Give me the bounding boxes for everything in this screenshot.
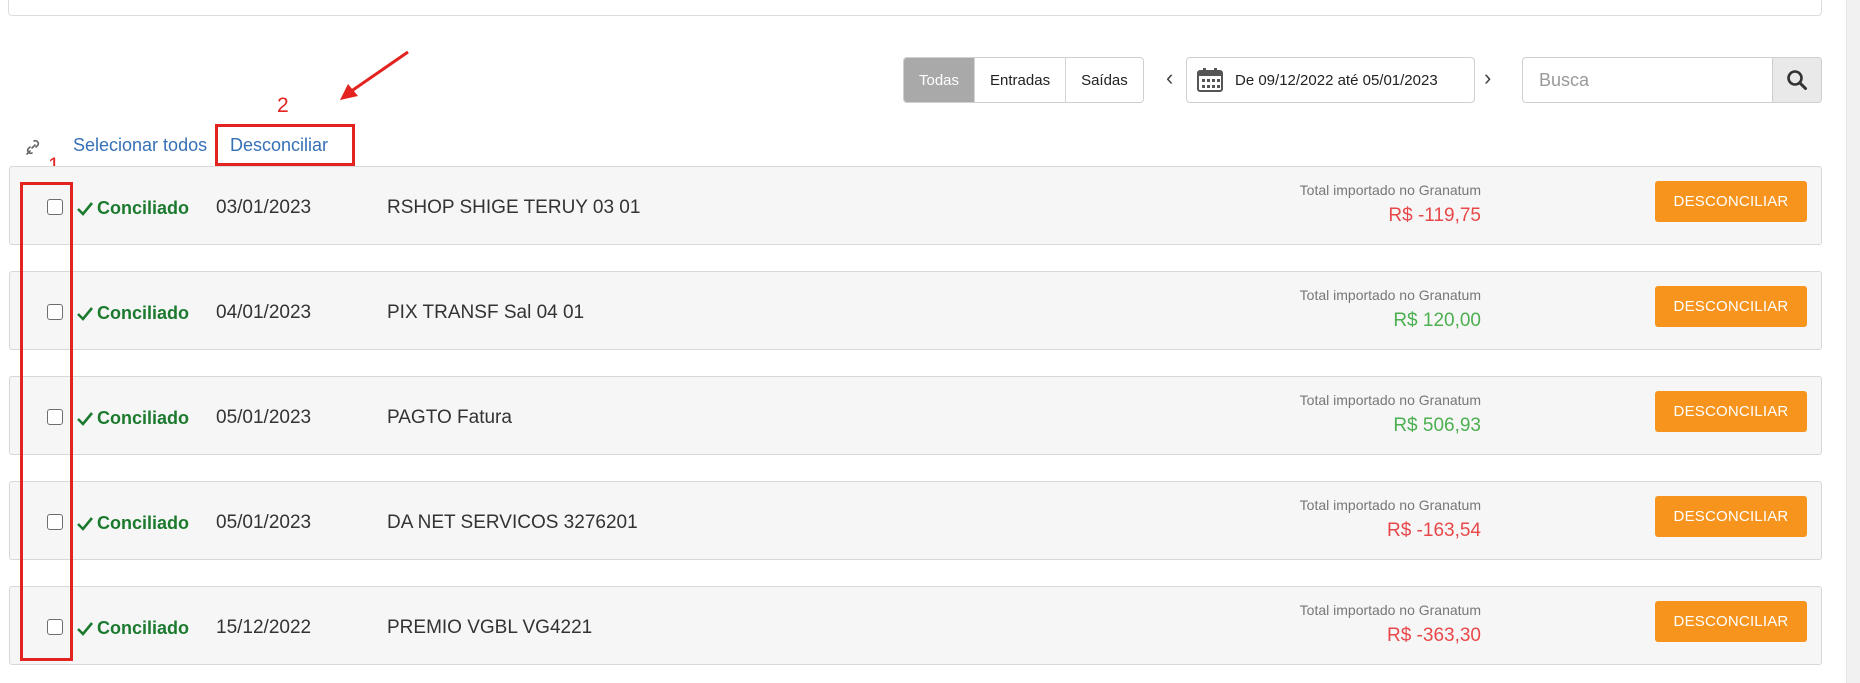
transaction-row: Conciliado 15/12/2022 PREMIO VGBL VG4221 To… — [9, 586, 1822, 665]
total-imported-label: Total importado no Granatum — [1299, 287, 1481, 303]
status-badge: Conciliado — [76, 198, 189, 219]
row-description: PIX TRANSF Sal 04 01 — [387, 302, 585, 323]
search-icon — [1787, 70, 1807, 90]
total-imported-label: Total importado no Granatum — [1299, 497, 1481, 513]
annotation-box-2 — [215, 124, 355, 166]
status-label: Conciliado — [97, 303, 190, 323]
row-amount: R$ -363,30 — [1386, 625, 1481, 646]
status-badge: Conciliado — [76, 513, 189, 534]
check-icon — [77, 411, 94, 426]
row-description: RSHOP SHIGE TERUY 03 01 — [387, 197, 641, 218]
check-icon — [77, 201, 94, 216]
row-description: PAGTO Fatura — [387, 407, 512, 428]
row-description: DA NET SERVICOS 3276201 — [387, 512, 638, 533]
total-imported-label: Total importado no Granatum — [1299, 182, 1481, 198]
search-bar — [1522, 57, 1822, 103]
top-panel — [8, 0, 1822, 16]
total-imported-label: Total importado no Granatum — [1299, 602, 1481, 618]
status-badge: Conciliado — [76, 408, 189, 429]
filter-entradas-button[interactable]: Entradas — [975, 58, 1067, 102]
transaction-row: Conciliado 04/01/2023 PIX TRANSF Sal 04 01… — [9, 271, 1822, 350]
status-label: Conciliado — [97, 198, 190, 218]
select-all-link[interactable]: Selecionar todos — [73, 135, 207, 156]
search-input[interactable] — [1522, 57, 1772, 103]
filter-saidas-button[interactable]: Saídas — [1066, 58, 1143, 102]
check-icon — [77, 621, 94, 636]
date-range-picker[interactable]: De 09/12/2022 até 05/01/2023 — [1186, 57, 1475, 103]
row-description: PREMIO VGBL VG4221 — [387, 617, 593, 638]
row-amount: R$ -163,54 — [1386, 520, 1481, 541]
filter-group: Todas Entradas Saídas — [903, 57, 1144, 103]
annotation-marker-2: 2 — [277, 94, 289, 117]
row-date: 04/01/2023 — [216, 302, 312, 323]
status-badge: Conciliado — [76, 303, 189, 324]
total-imported-label: Total importado no Granatum — [1299, 392, 1481, 408]
next-period-icon[interactable]: › — [1484, 66, 1491, 90]
row-amount: R$ 120,00 — [1393, 310, 1481, 331]
search-button[interactable] — [1772, 57, 1822, 103]
status-label: Conciliado — [97, 513, 190, 533]
status-label: Conciliado — [97, 408, 190, 428]
annotation-box-1 — [20, 182, 73, 661]
previous-period-icon[interactable]: ‹ — [1166, 66, 1173, 90]
check-icon — [77, 306, 94, 321]
unreconcile-button[interactable]: DESCONCILIAR — [1655, 181, 1807, 222]
unreconcile-button[interactable]: DESCONCILIAR — [1655, 601, 1807, 642]
row-amount: R$ -119,75 — [1388, 205, 1481, 226]
date-range-label: De 09/12/2022 até 05/01/2023 — [1235, 71, 1438, 89]
transaction-row: Conciliado 03/01/2023 RSHOP SHIGE TERUY 03… — [9, 166, 1822, 245]
row-date: 05/01/2023 — [216, 512, 312, 533]
calendar-icon — [1197, 68, 1223, 92]
status-badge: Conciliado — [76, 618, 189, 639]
status-label: Conciliado — [97, 618, 190, 638]
transaction-row: Conciliado 05/01/2023 DA NET SERVICOS 3276… — [9, 481, 1822, 560]
annotation-arrow — [340, 50, 409, 100]
unreconcile-button[interactable]: DESCONCILIAR — [1655, 286, 1807, 327]
row-date: 05/01/2023 — [216, 407, 312, 428]
transaction-row: Conciliado 05/01/2023 PAGTO Fatura Total im… — [9, 376, 1822, 455]
row-date: 03/01/2023 — [216, 197, 312, 218]
unreconcile-button[interactable]: DESCONCILIAR — [1655, 391, 1807, 432]
row-amount: R$ 506,93 — [1393, 415, 1481, 436]
unlink-icon — [26, 139, 40, 155]
unreconcile-button[interactable]: DESCONCILIAR — [1655, 496, 1807, 537]
row-date: 15/12/2022 — [216, 617, 312, 638]
filter-todas-button[interactable]: Todas — [904, 58, 976, 102]
check-icon — [77, 516, 94, 531]
scrollbar[interactable] — [1846, 0, 1860, 683]
